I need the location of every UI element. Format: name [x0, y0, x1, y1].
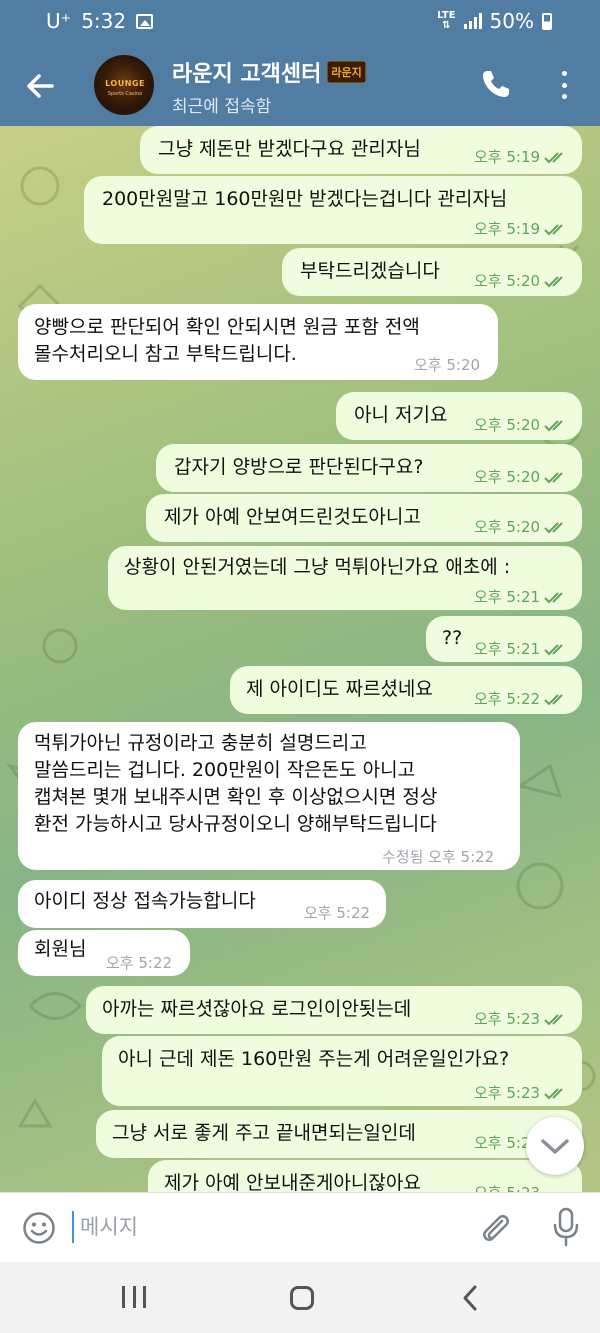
message-meta: 오후 5:23	[474, 1080, 568, 1107]
message-meta: 오후 5:22	[304, 904, 371, 922]
system-navigation-bar	[0, 1262, 600, 1333]
back-arrow-icon[interactable]	[20, 66, 60, 106]
avatar-logo-sub: Sports Casino	[107, 91, 143, 97]
last-seen-status: 최근에 접속함	[172, 97, 272, 117]
message-meta: 오후 5:20	[474, 514, 568, 541]
microphone-icon[interactable]	[552, 1207, 580, 1247]
paperclip-icon[interactable]	[478, 1209, 512, 1245]
chevron-down-icon	[541, 1139, 569, 1154]
message-bubble-incoming[interactable]: 아이디 정상 접속가능합니다 오후 5:22	[18, 880, 386, 928]
message-bubble-outgoing[interactable]: 부탁드리겠습니다 오후 5:20	[282, 248, 582, 296]
message-bubble-outgoing[interactable]: 제가 아예 안보내준게아니잖아요 오후 5:23	[148, 1160, 582, 1192]
battery-percent: 50%	[489, 9, 534, 33]
message-meta: 오후 5:2	[474, 1134, 531, 1152]
message-meta: 오후 5:20	[414, 356, 481, 374]
message-meta: 오후 5:21	[474, 584, 568, 611]
home-icon[interactable]	[290, 1286, 314, 1310]
title-badge: 라운지	[327, 61, 366, 83]
message-bubble-outgoing[interactable]: 아니 저기요 오후 5:20	[336, 392, 582, 440]
message-meta: 오후 5:20	[474, 464, 568, 491]
chat-header: LOUNGE Sports Casino 라운지 고객센터 라운지 최근에 접속…	[0, 44, 600, 126]
message-bubble-outgoing[interactable]: 200만원말고 160만원만 받겠다는겁니다 관리자님 오후 5:19	[84, 176, 582, 244]
message-meta: 오후 5:19	[474, 216, 568, 243]
message-bubble-outgoing[interactable]: 아까는 짜르셧잖아요 로그인이안됫는데 오후 5:23	[86, 986, 582, 1034]
read-double-check-icon	[544, 223, 563, 235]
message-bubble-incoming[interactable]: 먹튀가아닌 규정이라고 충분히 설명드리고 말씀드리는 겁니다. 200만원이 …	[18, 722, 520, 870]
status-bar: U⁺ 5:32 LTE ⇅ 50%	[0, 0, 600, 44]
message-meta: 오후 5:20	[474, 412, 568, 439]
read-double-check-icon	[544, 643, 563, 655]
clock: 5:32	[81, 9, 127, 33]
avatar[interactable]: LOUNGE Sports Casino	[94, 55, 154, 115]
message-meta: 오후 5:22	[474, 686, 568, 713]
read-double-check-icon	[544, 419, 563, 431]
message-bubble-outgoing[interactable]: 그냥 서로 좋게 주고 끝내면되는일인데 오후 5:2	[96, 1110, 582, 1158]
avatar-logo: LOUNGE	[105, 79, 145, 88]
chat-title-text: 라운지 고객센터	[172, 62, 322, 87]
message-meta: 수정됨 오후 5:22	[382, 848, 495, 866]
scroll-to-bottom-button[interactable]	[526, 1117, 584, 1175]
message-bubble-outgoing[interactable]: 그냥 제돈만 받겠다구요 관리자님 오후 5:19	[140, 126, 582, 174]
signal-icon	[463, 13, 482, 29]
read-double-check-icon	[544, 151, 563, 163]
message-bubble-outgoing[interactable]: ?? 오후 5:21	[426, 616, 582, 662]
message-meta: 오후 5:20	[474, 268, 568, 295]
read-double-check-icon	[544, 275, 563, 287]
message-meta: 오후 5:19	[474, 144, 568, 171]
message-bubble-outgoing[interactable]: 상황이 안된거였는데 그냥 먹튀아닌가요 애초에 : 오후 5:21	[108, 546, 582, 610]
read-double-check-icon	[544, 591, 563, 603]
read-double-check-icon	[544, 1013, 563, 1025]
message-input[interactable]: 메시지	[80, 1211, 138, 1241]
carrier-label: U⁺	[46, 9, 72, 33]
gallery-notification-icon	[136, 13, 154, 29]
message-bubble-outgoing[interactable]: 아니 근데 제돈 160만원 주는게 어려운일인가요? 오후 5:23	[102, 1036, 582, 1106]
battery-icon	[542, 12, 552, 30]
read-double-check-icon	[544, 1087, 563, 1099]
phone-icon[interactable]	[480, 68, 512, 100]
message-bubble-incoming[interactable]: 양빵으로 판단되어 확인 안되시면 원금 포함 전액 몰수처리오니 참고 부탁드…	[18, 304, 498, 380]
message-bubble-incoming[interactable]: 회원님 오후 5:22	[18, 930, 190, 976]
nav-back-icon[interactable]	[460, 1284, 480, 1312]
message-meta: 오후 5:23	[474, 1180, 540, 1192]
message-meta: 오후 5:21	[474, 636, 568, 663]
read-double-check-icon	[544, 521, 563, 533]
chat-title[interactable]: 라운지 고객센터 라운지	[172, 56, 366, 88]
read-double-check-icon	[544, 693, 563, 705]
more-options-icon[interactable]	[554, 68, 574, 102]
network-type: LTE ⇅	[437, 10, 456, 31]
message-bubble-outgoing[interactable]: 제가 아예 안보여드린것도아니고 오후 5:20	[146, 494, 582, 542]
read-double-check-icon	[544, 471, 563, 483]
emoji-icon[interactable]	[22, 1211, 56, 1245]
message-bubble-outgoing[interactable]: 갑자기 양방으로 판단된다구요? 오후 5:20	[156, 444, 582, 492]
message-bubble-outgoing[interactable]: 제 아이디도 짜르셨네요 오후 5:22	[230, 666, 582, 714]
message-meta: 오후 5:23	[474, 1006, 568, 1033]
message-meta: 오후 5:22	[106, 954, 173, 972]
message-list[interactable]: 그냥 제돈만 받겠다구요 관리자님 오후 5:19 200만원말고 160만원만…	[0, 126, 600, 1192]
text-cursor	[72, 1211, 74, 1243]
message-composer: 메시지	[0, 1192, 600, 1262]
recent-apps-icon[interactable]	[122, 1286, 146, 1308]
